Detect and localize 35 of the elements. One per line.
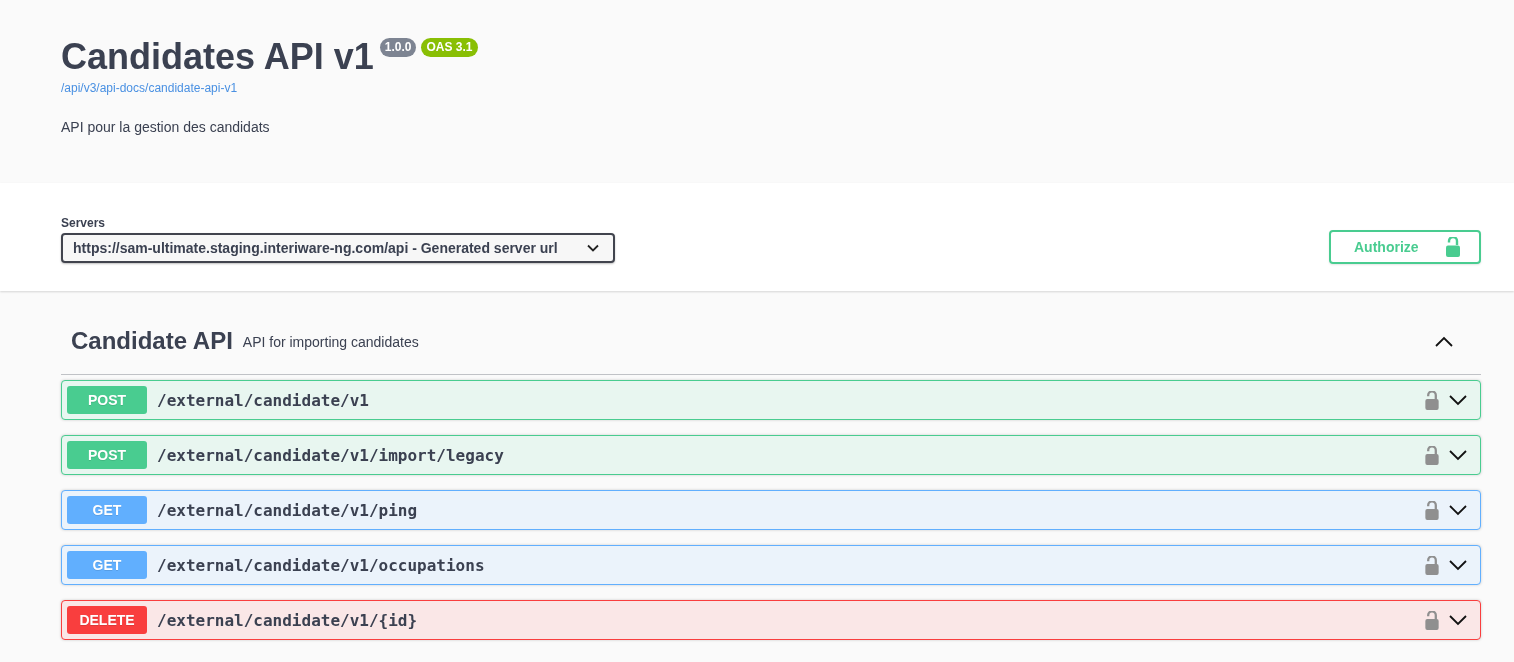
- operation-row[interactable]: POST /external/candidate/v1/import/legacy: [61, 435, 1481, 475]
- method-badge: DELETE: [67, 606, 147, 634]
- open-padlock-icon[interactable]: [1425, 390, 1439, 410]
- open-padlock-icon[interactable]: [1425, 610, 1439, 630]
- oas-version-badge: OAS 3.1: [421, 38, 478, 57]
- operation-path: /external/candidate/v1/import/legacy: [157, 445, 504, 465]
- method-badge: GET: [67, 551, 147, 579]
- operation-row[interactable]: GET /external/candidate/v1/occupations: [61, 545, 1481, 585]
- api-title: Candidates API v1: [61, 39, 374, 75]
- tag-title[interactable]: Candidate API: [71, 326, 233, 356]
- operation-path: /external/candidate/v1: [157, 390, 369, 410]
- operation-path: /external/candidate/v1/occupations: [157, 555, 485, 575]
- tag-description: API for importing candidates: [242, 333, 419, 350]
- chevron-down-icon[interactable]: [1449, 614, 1467, 626]
- open-padlock-icon[interactable]: [1425, 445, 1439, 465]
- server-select[interactable]: https://sam-ultimate.staging.interiware-ng.com/api - Generated server url: [61, 233, 615, 263]
- open-padlock-icon[interactable]: [1425, 500, 1439, 520]
- api-description: API pour la gestion des candidats: [61, 118, 270, 136]
- operation-row[interactable]: DELETE /external/candidate/v1/{id}: [61, 600, 1481, 640]
- method-badge: POST: [67, 386, 147, 414]
- chevron-down-icon[interactable]: [1449, 394, 1467, 406]
- chevron-down-icon[interactable]: [1449, 504, 1467, 516]
- chevron-down-icon[interactable]: [1449, 449, 1467, 461]
- chevron-down-icon: [587, 244, 599, 252]
- chevron-down-icon[interactable]: [1449, 559, 1467, 571]
- version-badge: 1.0.0: [379, 38, 417, 57]
- operation-path: /external/candidate/v1/ping: [157, 500, 418, 520]
- operation-row[interactable]: POST /external/candidate/v1: [61, 380, 1481, 420]
- servers-label: Servers: [61, 216, 106, 230]
- operation-row[interactable]: GET /external/candidate/v1/ping: [61, 490, 1481, 530]
- method-badge: GET: [67, 496, 147, 524]
- chevron-up-icon[interactable]: [1435, 335, 1453, 347]
- operation-path: /external/candidate/v1/{id}: [157, 610, 418, 630]
- open-padlock-icon[interactable]: [1425, 555, 1439, 575]
- method-badge: POST: [67, 441, 147, 469]
